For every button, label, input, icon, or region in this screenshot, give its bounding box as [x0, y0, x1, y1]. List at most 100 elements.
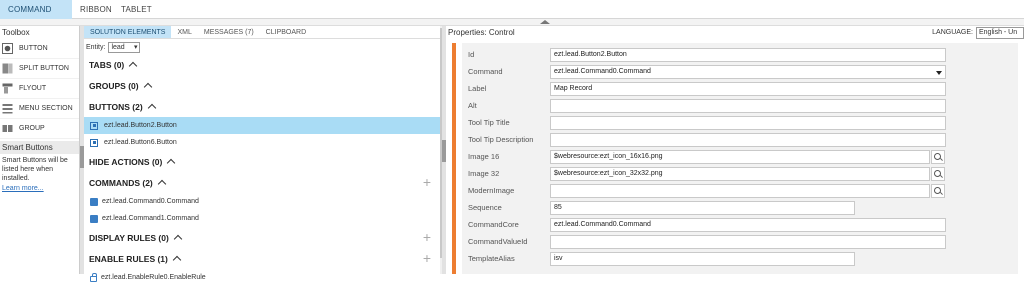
toolbox-item-split-button[interactable]: SPLIT BUTTON: [0, 59, 79, 79]
button-icon: [90, 121, 98, 130]
toolbox-item-label: SPLIT BUTTON: [19, 65, 69, 72]
prop-row-sequence: Sequence 85: [462, 200, 1018, 216]
collapse-caret-icon[interactable]: [143, 82, 152, 92]
label-field[interactable]: Map Record: [550, 82, 946, 96]
add-command-icon[interactable]: +: [423, 175, 431, 189]
properties-header: Properties: Control LANGUAGE: English - …: [446, 26, 1024, 39]
list-item-label: ezt.lead.Command0.Command: [102, 198, 199, 205]
toolbox-item-label: MENU SECTION: [19, 105, 73, 112]
menu-section-icon: [2, 103, 13, 114]
list-item-enable-rule[interactable]: ezt.lead.EnableRule0.EnableRule: [84, 269, 441, 286]
collapse-strip[interactable]: [0, 19, 1024, 26]
prop-row-tooltip-title: Tool Tip Title: [462, 115, 1018, 131]
image32-field[interactable]: $webresource:ezt_icon_32x32.png: [550, 167, 930, 181]
list-item-label: ezt.lead.EnableRule0.EnableRule: [101, 274, 206, 281]
button-icon: [90, 138, 98, 147]
prop-row-command: Command ezt.lead.Command0.Command: [462, 64, 1018, 80]
collapse-arrow-icon[interactable]: [540, 20, 550, 24]
prop-row-id: Id ezt.lead.Button2.Button: [462, 47, 1018, 63]
entity-value: lead: [111, 43, 125, 51]
collapse-caret-icon[interactable]: [172, 255, 182, 265]
command-value-id-field[interactable]: [550, 235, 946, 249]
lock-icon: [90, 272, 97, 282]
tab-clipboard[interactable]: CLIPBOARD: [260, 26, 312, 38]
toolbox-item-label: GROUP: [19, 125, 45, 132]
section-label: COMMANDS (2): [89, 177, 153, 188]
section-label: ENABLE RULES (1): [89, 253, 168, 264]
section-tabs[interactable]: TABS (0): [84, 54, 441, 75]
prop-row-tooltip-description: Tool Tip Description: [462, 132, 1018, 148]
button-icon: [2, 43, 13, 54]
tab-solution-elements[interactable]: SOLUTION ELEMENTS: [84, 26, 172, 38]
command-core-field[interactable]: ezt.lead.Command0.Command: [550, 218, 946, 232]
toolbox-item-button[interactable]: BUTTON: [0, 39, 79, 59]
toolbox-item-flyout[interactable]: FLYOUT: [0, 79, 79, 99]
alt-field[interactable]: [550, 99, 946, 113]
tab-command-bar[interactable]: COMMAND BAR: [0, 0, 72, 33]
modern-image-field[interactable]: [550, 184, 930, 198]
toolbox-item-menu-section[interactable]: MENU SECTION: [0, 99, 79, 119]
image16-field[interactable]: $webresource:ezt_icon_16x16.png: [550, 150, 930, 164]
add-enable-rule-icon[interactable]: +: [423, 251, 431, 265]
collapse-caret-icon[interactable]: [167, 158, 176, 168]
prop-row-label: Label Map Record: [462, 81, 1018, 97]
list-item-command[interactable]: ezt.lead.Command0.Command: [84, 193, 441, 210]
tooltip-title-field[interactable]: [550, 116, 946, 130]
sequence-field[interactable]: 85: [550, 201, 855, 215]
command-icon: [90, 214, 98, 223]
search-icon[interactable]: [931, 184, 945, 198]
language-selector: LANGUAGE: English - Un: [932, 26, 1024, 39]
entity-label: Entity:: [86, 43, 106, 51]
id-field[interactable]: ezt.lead.Button2.Button: [550, 48, 946, 62]
collapse-caret-icon[interactable]: [157, 179, 166, 189]
field-label: CommandCore: [468, 220, 519, 229]
section-label: TABS (0): [89, 59, 125, 70]
section-display-rules[interactable]: DISPLAY RULES (0) +: [84, 227, 441, 248]
field-label: Image 32: [468, 169, 500, 178]
tab-tablet[interactable]: TABLET: [113, 0, 160, 19]
field-label: Alt: [468, 101, 477, 110]
list-item-label: ezt.lead.Button2.Button: [104, 122, 177, 129]
collapse-caret-icon[interactable]: [147, 103, 156, 113]
collapse-caret-icon[interactable]: [129, 61, 138, 71]
section-groups[interactable]: GROUPS (0): [84, 75, 441, 96]
collapse-caret-icon[interactable]: [173, 234, 183, 244]
properties-form: Id ezt.lead.Button2.Button Command ezt.l…: [462, 43, 1018, 274]
toolbox-item-group[interactable]: GROUP: [0, 119, 79, 139]
top-tab-bar: COMMAND BAR RIBBON TABLET: [0, 0, 1024, 33]
section-hide-actions[interactable]: HIDE ACTIONS (0): [84, 151, 441, 172]
field-label: Command: [468, 67, 503, 76]
solution-elements-panel: SOLUTION ELEMENTS XML MESSAGES (7) CLIPB…: [84, 26, 446, 282]
learn-more-link[interactable]: Learn more...: [0, 185, 79, 192]
section-commands[interactable]: COMMANDS (2) +: [84, 172, 441, 193]
tooltip-description-field[interactable]: [550, 133, 946, 147]
search-icon[interactable]: [931, 167, 945, 181]
section-buttons[interactable]: BUTTONS (2): [84, 96, 441, 117]
toolbox-title: Toolbox: [2, 28, 30, 37]
flyout-icon: [2, 83, 13, 94]
prop-row-image32: Image 32 $webresource:ezt_icon_32x32.png: [462, 166, 1018, 182]
accent-bar: [452, 43, 456, 274]
language-select[interactable]: English - Un: [976, 26, 1024, 39]
entity-select[interactable]: lead ▾: [108, 41, 141, 53]
list-item-command[interactable]: ezt.lead.Command1.Command: [84, 210, 441, 227]
field-label: Tool Tip Description: [468, 135, 534, 144]
section-enable-rules[interactable]: ENABLE RULES (1) +: [84, 248, 441, 269]
section-label: DISPLAY RULES (0): [89, 232, 169, 243]
list-item-button[interactable]: ezt.lead.Button2.Button: [84, 117, 441, 134]
toolbox-panel: Toolbox BUTTON SPLIT BUTTON FLYOUT MENU …: [0, 26, 80, 274]
language-label: LANGUAGE:: [932, 29, 973, 36]
prop-row-command-value-id: CommandValueId: [462, 234, 1018, 250]
command-select[interactable]: ezt.lead.Command0.Command: [550, 65, 946, 79]
field-label: Label: [468, 84, 487, 93]
search-icon[interactable]: [931, 150, 945, 164]
list-item-button[interactable]: ezt.lead.Button6.Button: [84, 134, 441, 151]
add-display-rule-icon[interactable]: +: [423, 230, 431, 244]
tab-messages[interactable]: MESSAGES (7): [198, 26, 260, 38]
field-label: ModernImage: [468, 186, 515, 195]
template-alias-field[interactable]: isv: [550, 252, 855, 266]
dropdown-arrow-icon: [936, 71, 942, 75]
section-label: BUTTONS (2): [89, 101, 143, 112]
field-label: CommandValueId: [468, 237, 528, 246]
tab-xml[interactable]: XML: [171, 26, 197, 38]
